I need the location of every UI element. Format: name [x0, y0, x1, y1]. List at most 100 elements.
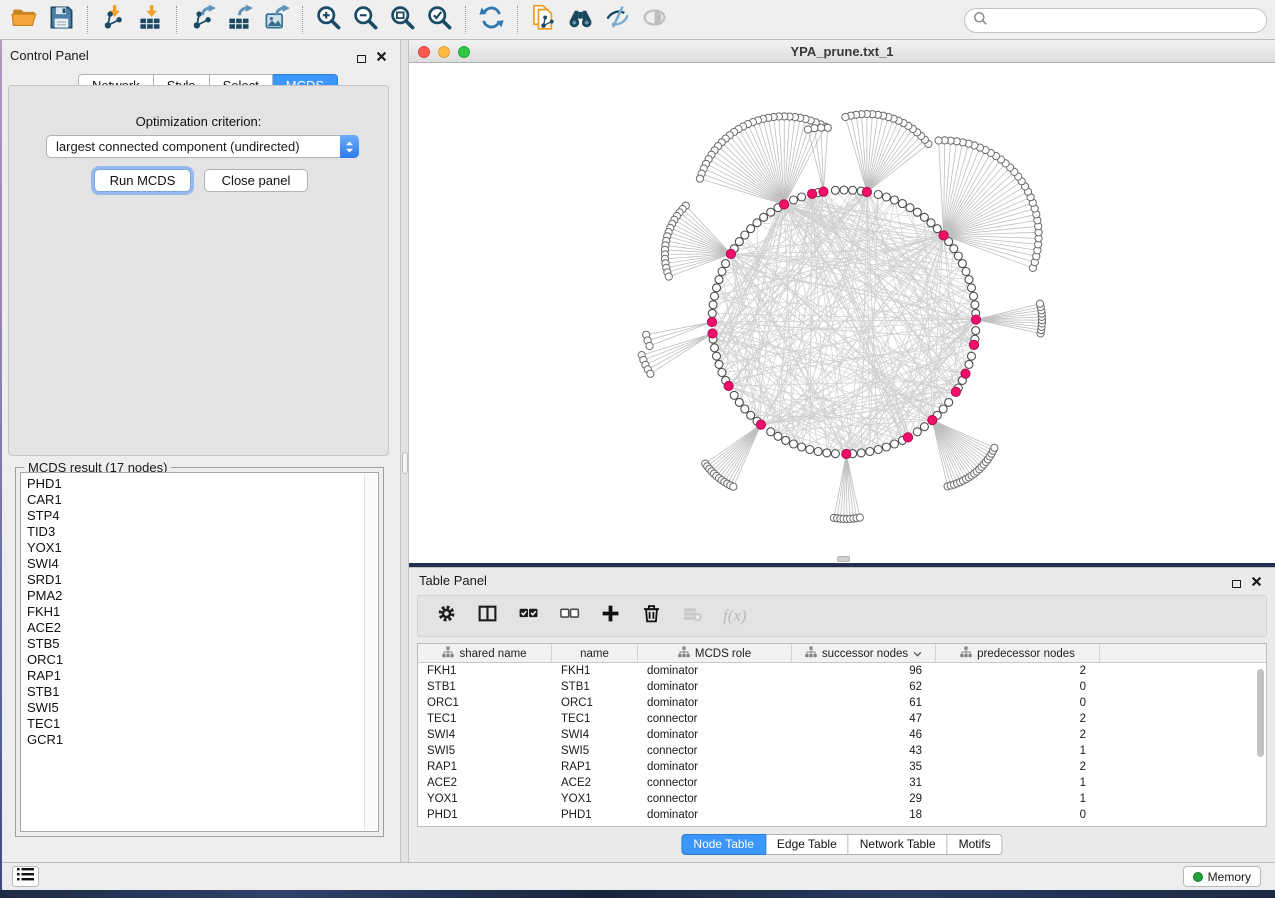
table-cell[interactable]: 2: [936, 759, 1100, 775]
column-header-successor-nodes[interactable]: successor nodes: [792, 644, 936, 663]
table-cell[interactable]: STB1: [552, 679, 638, 695]
export-table-button[interactable]: [221, 3, 258, 37]
refresh-button[interactable]: [473, 3, 510, 37]
hide-graphics-details-button[interactable]: [599, 3, 636, 37]
table-cell[interactable]: RAP1: [418, 759, 552, 775]
search-input[interactable]: [988, 11, 1266, 31]
table-cell[interactable]: 62: [792, 679, 936, 695]
table-cell[interactable]: dominator: [638, 695, 792, 711]
import-network-button[interactable]: [95, 3, 132, 37]
mcds-result-item[interactable]: SRD1: [27, 572, 362, 588]
table-row[interactable]: PHD1PHD1dominator180: [418, 807, 1266, 823]
table-cell[interactable]: 1: [936, 743, 1100, 759]
mcds-result-item[interactable]: STP4: [27, 508, 362, 524]
network-graph[interactable]: [409, 63, 1275, 563]
table-cell[interactable]: 29: [792, 791, 936, 807]
tab-motifs[interactable]: Motifs: [948, 834, 1003, 855]
table-cell[interactable]: 43: [792, 743, 936, 759]
table-cell[interactable]: ACE2: [552, 775, 638, 791]
node-table[interactable]: shared namenameMCDS rolesuccessor nodesp…: [417, 643, 1267, 827]
zoom-out-button[interactable]: [347, 3, 384, 37]
table-cell[interactable]: 2: [936, 711, 1100, 727]
open-session-button[interactable]: [6, 3, 43, 37]
run-mcds-button[interactable]: Run MCDS: [94, 169, 191, 192]
table-cell[interactable]: 31: [792, 775, 936, 791]
table-row[interactable]: STB1STB1dominator620: [418, 679, 1266, 695]
table-cell[interactable]: FKH1: [418, 663, 552, 679]
table-cell[interactable]: connector: [638, 743, 792, 759]
table-cell[interactable]: YOX1: [418, 791, 552, 807]
table-cell[interactable]: SWI5: [418, 743, 552, 759]
tab-edge-table[interactable]: Edge Table: [766, 834, 849, 855]
table-cell[interactable]: 0: [936, 679, 1100, 695]
table-cell[interactable]: connector: [638, 791, 792, 807]
mcds-result-item[interactable]: PHD1: [27, 476, 362, 492]
network-canvas[interactable]: [409, 63, 1275, 563]
table-row[interactable]: SWI4SWI4dominator462: [418, 727, 1266, 743]
column-header-MCDS-role[interactable]: MCDS role: [638, 644, 792, 663]
add-column-button[interactable]: [600, 603, 621, 629]
memory-button[interactable]: Memory: [1183, 866, 1261, 887]
mcds-result-item[interactable]: TID3: [27, 524, 362, 540]
export-network-button[interactable]: [184, 3, 221, 37]
table-cell[interactable]: TEC1: [418, 711, 552, 727]
table-cell[interactable]: dominator: [638, 679, 792, 695]
table-cell[interactable]: 18: [792, 807, 936, 823]
table-cell[interactable]: SWI5: [552, 743, 638, 759]
close-panel-icon[interactable]: [376, 49, 387, 67]
table-cell[interactable]: 2: [936, 727, 1100, 743]
table-cell[interactable]: 0: [936, 695, 1100, 711]
close-table-panel-icon[interactable]: [1251, 574, 1262, 592]
mcds-result-item[interactable]: PMA2: [27, 588, 362, 604]
table-cell[interactable]: ORC1: [418, 695, 552, 711]
mcds-result-item[interactable]: CAR1: [27, 492, 362, 508]
mcds-result-item[interactable]: YOX1: [27, 540, 362, 556]
table-cell[interactable]: 96: [792, 663, 936, 679]
table-cell[interactable]: dominator: [638, 759, 792, 775]
table-cell[interactable]: dominator: [638, 807, 792, 823]
table-cell[interactable]: connector: [638, 775, 792, 791]
table-cell[interactable]: 46: [792, 727, 936, 743]
table-scrollbar-thumb[interactable]: [1257, 669, 1264, 757]
table-cell[interactable]: 61: [792, 695, 936, 711]
table-cell[interactable]: 1: [936, 775, 1100, 791]
tab-network-table[interactable]: Network Table: [849, 834, 948, 855]
table-row[interactable]: SWI5SWI5connector431: [418, 743, 1266, 759]
mcds-result-item[interactable]: SWI4: [27, 556, 362, 572]
unselect-all-button[interactable]: [559, 603, 580, 629]
table-cell[interactable]: 2: [936, 663, 1100, 679]
zoom-selected-button[interactable]: [421, 3, 458, 37]
divider-grip[interactable]: [402, 452, 408, 474]
mcds-result-item[interactable]: ORC1: [27, 652, 362, 668]
mcds-result-item[interactable]: TEC1: [27, 716, 362, 732]
task-history-button[interactable]: [12, 866, 39, 887]
mcds-result-item[interactable]: SWI5: [27, 700, 362, 716]
table-cell[interactable]: dominator: [638, 663, 792, 679]
mcds-result-item[interactable]: ACE2: [27, 620, 362, 636]
column-header-shared-name[interactable]: shared name: [418, 644, 552, 663]
table-cell[interactable]: YOX1: [552, 791, 638, 807]
mcds-result-item[interactable]: STB5: [27, 636, 362, 652]
table-cell[interactable]: STB1: [418, 679, 552, 695]
table-cell[interactable]: 35: [792, 759, 936, 775]
mcds-result-item[interactable]: GCR1: [27, 732, 362, 748]
table-cell[interactable]: 1: [936, 791, 1100, 807]
search-field[interactable]: [964, 8, 1267, 33]
export-image-button[interactable]: [258, 3, 295, 37]
table-cell[interactable]: 47: [792, 711, 936, 727]
table-row[interactable]: FKH1FKH1dominator962: [418, 663, 1266, 679]
mcds-result-item[interactable]: RAP1: [27, 668, 362, 684]
find-network-button[interactable]: [562, 3, 599, 37]
zoom-in-button[interactable]: [310, 3, 347, 37]
mcds-result-list[interactable]: PHD1CAR1STP4TID3YOX1SWI4SRD1PMA2FKH1ACE2…: [20, 472, 379, 832]
close-panel-button[interactable]: Close panel: [204, 169, 308, 192]
delete-column-button[interactable]: [641, 603, 662, 629]
float-table-panel-icon[interactable]: [1232, 575, 1241, 593]
save-session-button[interactable]: [43, 3, 80, 37]
table-cell[interactable]: PHD1: [552, 807, 638, 823]
table-row[interactable]: TEC1TEC1connector472: [418, 711, 1266, 727]
tab-node-table[interactable]: Node Table: [681, 834, 766, 855]
table-cell[interactable]: ORC1: [552, 695, 638, 711]
table-cell[interactable]: 0: [936, 807, 1100, 823]
float-panel-icon[interactable]: [357, 50, 366, 68]
